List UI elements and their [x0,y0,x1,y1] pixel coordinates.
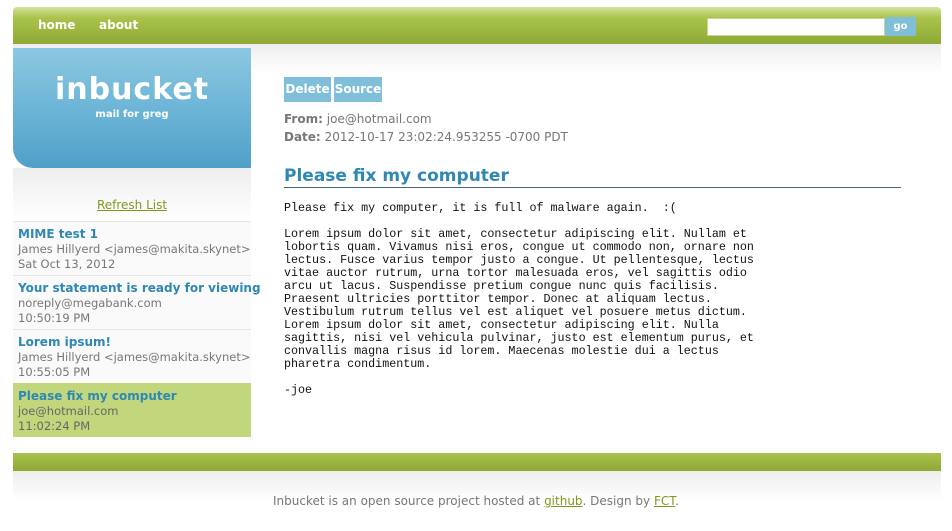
message-list-item[interactable]: MIME test 1 James Hillyerd <james@makita… [13,221,251,275]
message-from: James Hillyerd <james@makita.skynet> [18,242,251,256]
search-go-button[interactable]: go [885,17,916,36]
message-date-line: Date: 2012-10-17 23:02:24.953255 -0700 P… [284,130,568,144]
from-value: joe@hotmail.com [326,112,432,126]
message-subject: Please fix my computer [18,389,177,403]
source-button[interactable]: Source [334,77,382,102]
fct-link[interactable]: FCT [654,494,675,508]
message-list-item-selected[interactable]: Please fix my computer joe@hotmail.com 1… [13,383,251,437]
footer-suffix: . [675,494,679,508]
refresh-list-link[interactable]: Refresh List [13,198,251,212]
refresh-area: Refresh List [13,168,251,221]
message-subject-heading: Please fix my computer [284,166,901,188]
message-date: 11:02:24 PM [18,419,91,433]
message-list-item[interactable]: Your statement is ready for viewing nore… [13,275,261,329]
brand-title: inbucket [54,72,210,107]
brand-header: inbucket mail for greg [13,48,251,168]
search-input[interactable] [707,18,885,36]
message-from: joe@hotmail.com [18,404,119,418]
message-date: Sat Oct 13, 2012 [18,257,116,271]
message-subject: Lorem ipsum! [18,335,111,349]
message-subject: Your statement is ready for viewing [18,281,261,295]
message-list-item[interactable]: Lorem ipsum! James Hillyerd <james@makit… [13,329,251,383]
from-label: From: [284,112,323,126]
brand-subtitle: mail for greg [95,109,169,120]
footer-text: Inbucket is an open source project hoste… [0,494,952,508]
message-from: noreply@megabank.com [18,296,162,310]
message-date: 10:55:05 PM [18,365,91,379]
message-from-line: From: joe@hotmail.com [284,112,432,126]
footer-middle: . Design by [582,494,654,508]
message-body: Please fix my computer, it is full of ma… [284,201,754,397]
nav-about-link[interactable]: about [99,7,138,44]
date-label: Date: [284,130,321,144]
message-list: MIME test 1 James Hillyerd <james@makita… [13,221,261,437]
nav-home-link[interactable]: home [38,7,75,44]
footer-bar [13,453,941,471]
message-date: 10:50:19 PM [18,311,91,325]
message-subject: MIME test 1 [18,227,99,241]
github-link[interactable]: github [544,494,582,508]
footer-prefix: Inbucket is an open source project hoste… [273,494,545,508]
message-from: James Hillyerd <james@makita.skynet> [18,350,251,364]
date-value: 2012-10-17 23:02:24.953255 -0700 PDT [324,130,568,144]
top-nav-bar: home about go [13,7,941,44]
delete-button[interactable]: Delete [284,77,331,102]
